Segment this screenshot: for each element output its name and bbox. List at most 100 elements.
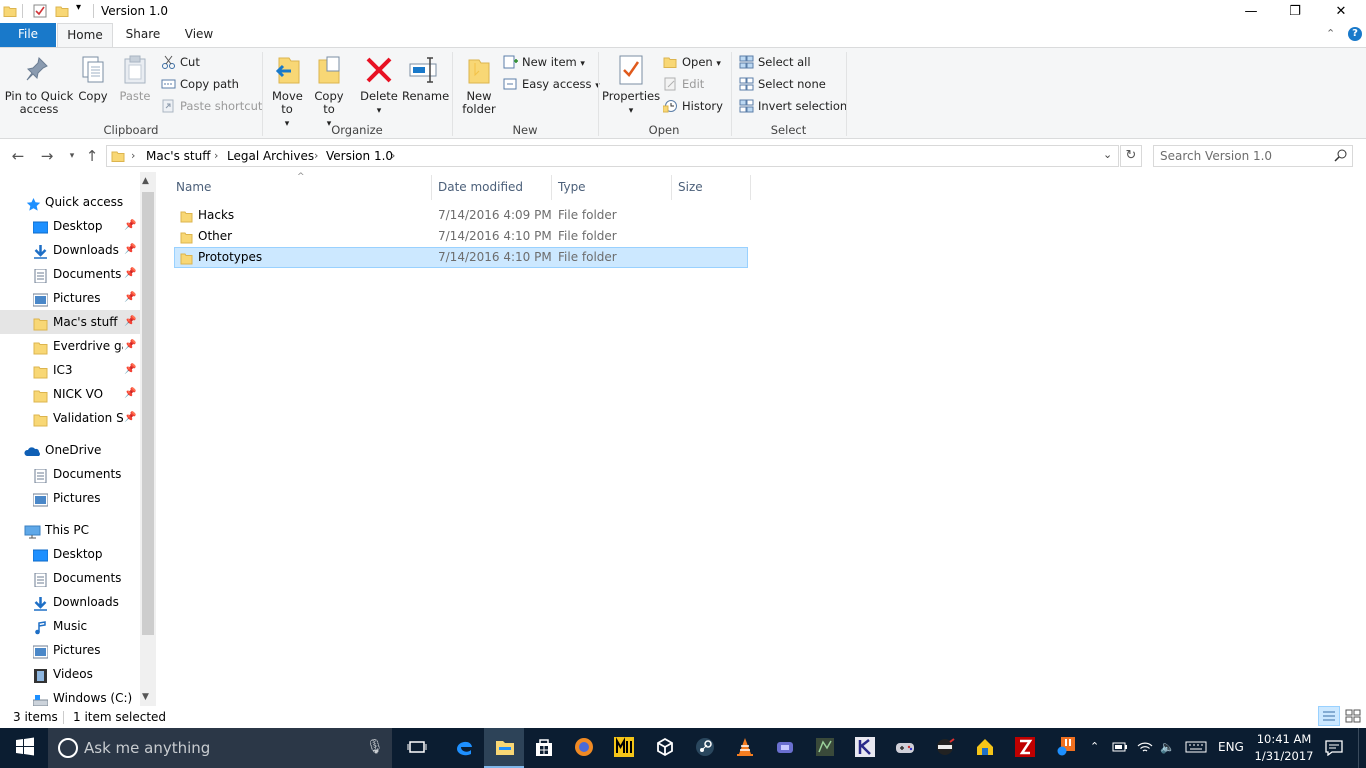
select-all-button[interactable]: Select all	[739, 52, 811, 72]
pin-icon[interactable]: 📌	[124, 406, 136, 430]
copy-path-button[interactable]: Copy path	[161, 74, 239, 94]
taskbar-app-alert[interactable]	[1046, 728, 1086, 768]
nav-this-pc[interactable]: This PC	[0, 518, 140, 542]
clock-date[interactable]: 1/31/2017	[1254, 749, 1314, 763]
paste-button[interactable]: Paste	[116, 54, 154, 103]
nav-pc-windows-c[interactable]: Windows (C:)	[0, 686, 140, 706]
search-icon[interactable]	[1334, 148, 1348, 165]
nav-pc-downloads[interactable]: Downloads	[0, 590, 140, 614]
pin-icon[interactable]: 📌	[124, 262, 136, 286]
column-header-type[interactable]: Type	[552, 175, 671, 199]
nav-qa-downloads[interactable]: Downloads 📌	[0, 238, 140, 262]
battery-icon[interactable]	[1112, 740, 1128, 757]
breadcrumb-version[interactable]: Version 1.0	[326, 149, 393, 163]
taskbar-app-mii[interactable]	[603, 728, 643, 768]
wifi-icon[interactable]	[1137, 740, 1153, 757]
nav-qa-macs-stuff[interactable]: Mac's stuff 📌	[0, 310, 140, 334]
nav-qa-validation[interactable]: Validation Scr 📌	[0, 406, 140, 430]
maximize-button[interactable]: ❐	[1272, 0, 1318, 23]
taskbar-app-emulator[interactable]	[804, 728, 844, 768]
customize-quick-access-dropdown-icon[interactable]: ▾	[76, 2, 81, 13]
taskbar-file-explorer[interactable]	[484, 728, 524, 768]
file-row[interactable]: Hacks 7/14/2016 4:09 PM File folder	[174, 205, 748, 226]
breadcrumb-chevron-icon[interactable]: ›	[214, 149, 218, 162]
properties-button[interactable]: Properties ▾	[602, 54, 660, 118]
taskbar-app-console[interactable]	[764, 728, 804, 768]
touch-keyboard-icon[interactable]	[1185, 740, 1207, 757]
move-to-button[interactable]: Move to ▾	[268, 54, 306, 131]
tab-home[interactable]: Home	[57, 23, 113, 48]
file-row[interactable]: Other 7/14/2016 4:10 PM File folder	[174, 226, 748, 247]
nav-qa-nick-vo[interactable]: NICK VO 📌	[0, 382, 140, 406]
new-folder-quick-icon[interactable]	[55, 4, 69, 18]
refresh-icon[interactable]: ↻	[1120, 145, 1142, 167]
properties-quick-icon[interactable]	[33, 4, 47, 18]
new-item-button[interactable]: New item ▾	[503, 52, 585, 72]
taskbar-filezilla[interactable]	[1004, 728, 1044, 768]
taskbar-app-ninja[interactable]	[924, 728, 964, 768]
copy-button[interactable]: Copy	[74, 54, 112, 103]
collapse-ribbon-icon[interactable]: ⌃	[1326, 27, 1335, 40]
nav-pane-scroll-thumb[interactable]	[142, 192, 154, 635]
clock-time[interactable]: 10:41 AM	[1256, 732, 1312, 746]
large-icons-view-icon[interactable]	[1343, 707, 1363, 725]
select-none-button[interactable]: Select none	[739, 74, 826, 94]
scroll-up-arrow-icon[interactable]: ▲	[142, 176, 149, 186]
taskbar-unity[interactable]	[644, 728, 684, 768]
taskbar-app-k[interactable]	[844, 728, 884, 768]
breadcrumb-chevron-icon[interactable]: ›	[131, 149, 135, 162]
breadcrumb-legal-archives[interactable]: Legal Archives	[227, 149, 314, 163]
nav-onedrive-documents[interactable]: Documents	[0, 462, 140, 486]
nav-qa-ic3[interactable]: IC3 📌	[0, 358, 140, 382]
action-center-icon[interactable]	[1325, 740, 1343, 759]
nav-onedrive[interactable]: OneDrive	[0, 438, 140, 462]
paste-shortcut-button[interactable]: Paste shortcut	[161, 96, 262, 116]
nav-qa-documents[interactable]: Documents 📌	[0, 262, 140, 286]
nav-qa-pictures[interactable]: Pictures 📌	[0, 286, 140, 310]
microphone-icon[interactable]: 🎙	[366, 739, 384, 755]
address-history-dropdown-icon[interactable]: ⌄	[1103, 148, 1112, 161]
easy-access-button[interactable]: Easy access ▾	[503, 74, 600, 94]
pin-icon[interactable]: 📌	[124, 382, 136, 406]
pin-icon[interactable]: 📌	[124, 214, 136, 238]
breadcrumb-chevron-icon[interactable]: ›	[314, 149, 318, 162]
column-header-date-modified[interactable]: Date modified	[432, 175, 551, 199]
show-desktop-button[interactable]	[1358, 728, 1366, 768]
taskbar-firefox[interactable]	[563, 728, 603, 768]
nav-pc-music[interactable]: Music	[0, 614, 140, 638]
pin-to-quick-access-button[interactable]: Pin to Quick access	[4, 54, 74, 116]
taskbar-store[interactable]	[523, 728, 563, 768]
nav-pc-pictures[interactable]: Pictures	[0, 638, 140, 662]
nav-qa-everdrive[interactable]: Everdrive gan 📌	[0, 334, 140, 358]
nav-pc-documents[interactable]: Documents	[0, 566, 140, 590]
recent-locations-dropdown-icon[interactable]: ▾	[62, 146, 82, 166]
show-hidden-icons-chevron-icon[interactable]: ⌃	[1090, 740, 1099, 753]
nav-quick-access[interactable]: Quick access	[0, 190, 140, 214]
rename-button[interactable]: Rename	[402, 54, 449, 103]
search-input[interactable]	[1160, 148, 1330, 164]
cut-button[interactable]: Cut	[161, 52, 200, 72]
nav-pc-videos[interactable]: Videos	[0, 662, 140, 686]
taskbar-app-house[interactable]	[964, 728, 1004, 768]
taskbar-vlc[interactable]	[724, 728, 764, 768]
pin-icon[interactable]: 📌	[124, 238, 136, 262]
open-button[interactable]: Open ▾	[663, 52, 721, 72]
column-header-size[interactable]: Size	[672, 175, 750, 199]
nav-onedrive-pictures[interactable]: Pictures	[0, 486, 140, 510]
pin-icon[interactable]: 📌	[124, 358, 136, 382]
back-arrow-icon[interactable]: ←	[8, 146, 28, 166]
input-language[interactable]: ENG	[1218, 740, 1244, 754]
start-button[interactable]	[4, 728, 44, 768]
file-row-selected[interactable]: Prototypes 7/14/2016 4:10 PM File folder	[174, 247, 748, 268]
volume-icon[interactable]: 🔈	[1160, 740, 1175, 754]
details-view-icon[interactable]	[1318, 706, 1340, 726]
taskbar-steam[interactable]	[684, 728, 724, 768]
history-button[interactable]: History	[662, 96, 723, 116]
address-bar[interactable]: › Mac's stuff › Legal Archives › Version…	[106, 145, 1119, 167]
copy-to-button[interactable]: Copy to ▾	[310, 54, 348, 131]
column-header-name[interactable]: Name	[170, 175, 432, 199]
tab-view[interactable]: View	[176, 23, 222, 47]
new-folder-button[interactable]: New folder	[458, 54, 500, 116]
pin-icon[interactable]: 📌	[124, 286, 136, 310]
up-arrow-icon[interactable]: ↑	[82, 146, 102, 166]
